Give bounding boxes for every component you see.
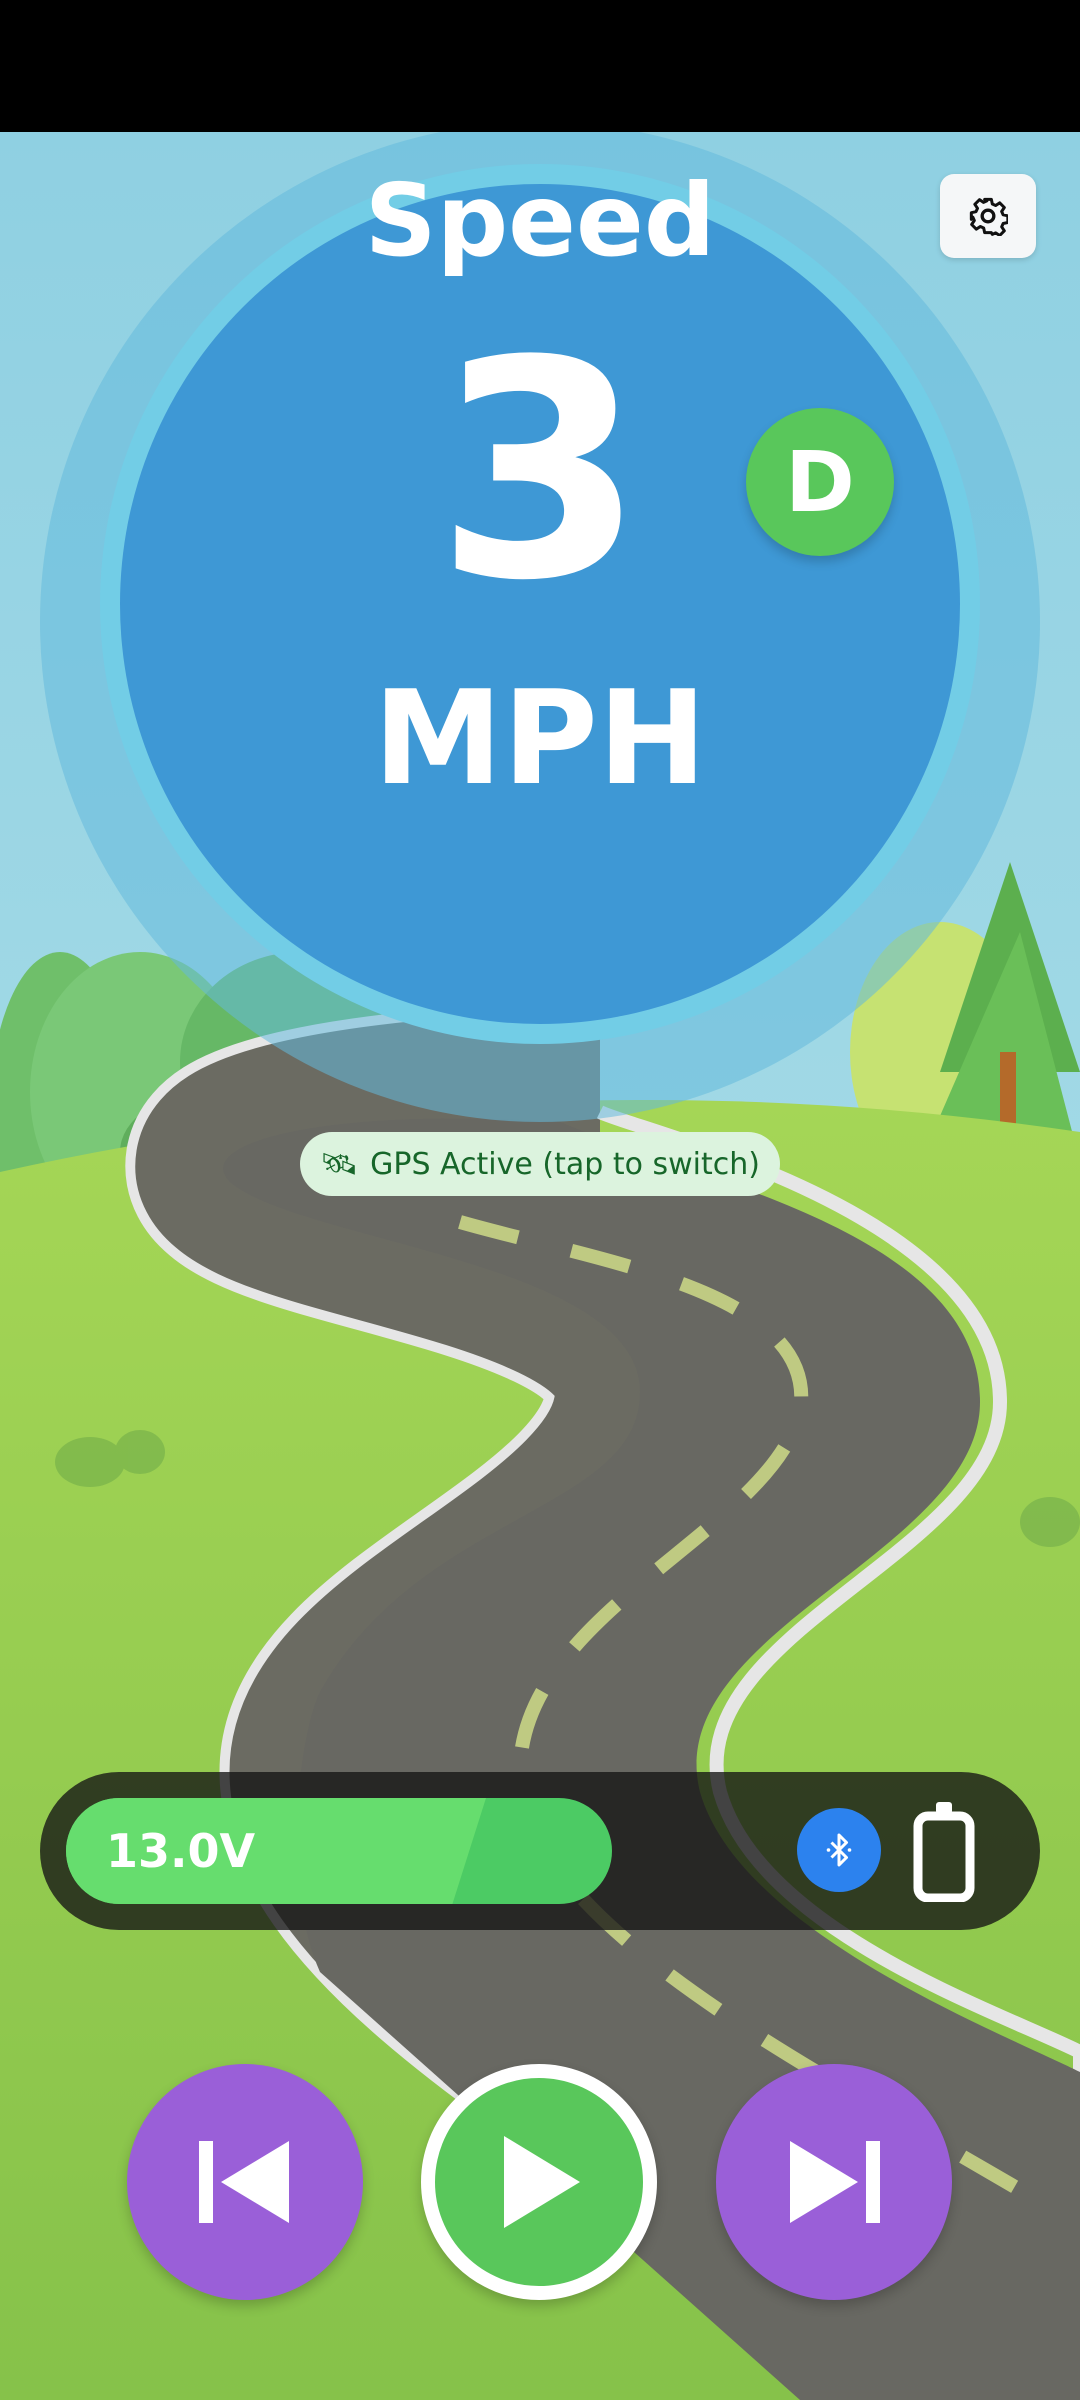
speed-unit: MPH [373, 662, 707, 814]
satellite-icon: 🛰 [320, 1146, 359, 1182]
status-bar [0, 0, 1080, 132]
play-icon [504, 2136, 580, 2228]
gear-icon [969, 197, 1008, 236]
skip-next-icon [790, 2141, 880, 2223]
settings-button[interactable] [940, 174, 1036, 258]
status-panel: 13.0V [40, 1772, 1040, 1930]
bluetooth-button[interactable] [797, 1808, 881, 1892]
scene: Speed 3 MPH D 🛰 GPS Active (tap to switc… [0, 132, 1080, 2400]
gps-status-label: GPS Active (tap to switch) [370, 1146, 760, 1182]
skip-previous-icon [199, 2141, 289, 2223]
bluetooth-icon [826, 1833, 852, 1867]
speed-value: 3 [435, 297, 645, 646]
battery-voltage-bar: 13.0V [66, 1798, 612, 1904]
gps-status-chip[interactable]: 🛰 GPS Active (tap to switch) [300, 1132, 780, 1196]
battery-icon [913, 1802, 975, 1902]
gear-indicator[interactable]: D [746, 408, 894, 556]
next-track-button[interactable] [716, 2064, 952, 2300]
previous-track-button[interactable] [127, 2064, 363, 2300]
battery-voltage-label: 13.0V [106, 1824, 256, 1878]
play-button[interactable] [421, 2064, 657, 2300]
speed-title: Speed [364, 162, 716, 279]
